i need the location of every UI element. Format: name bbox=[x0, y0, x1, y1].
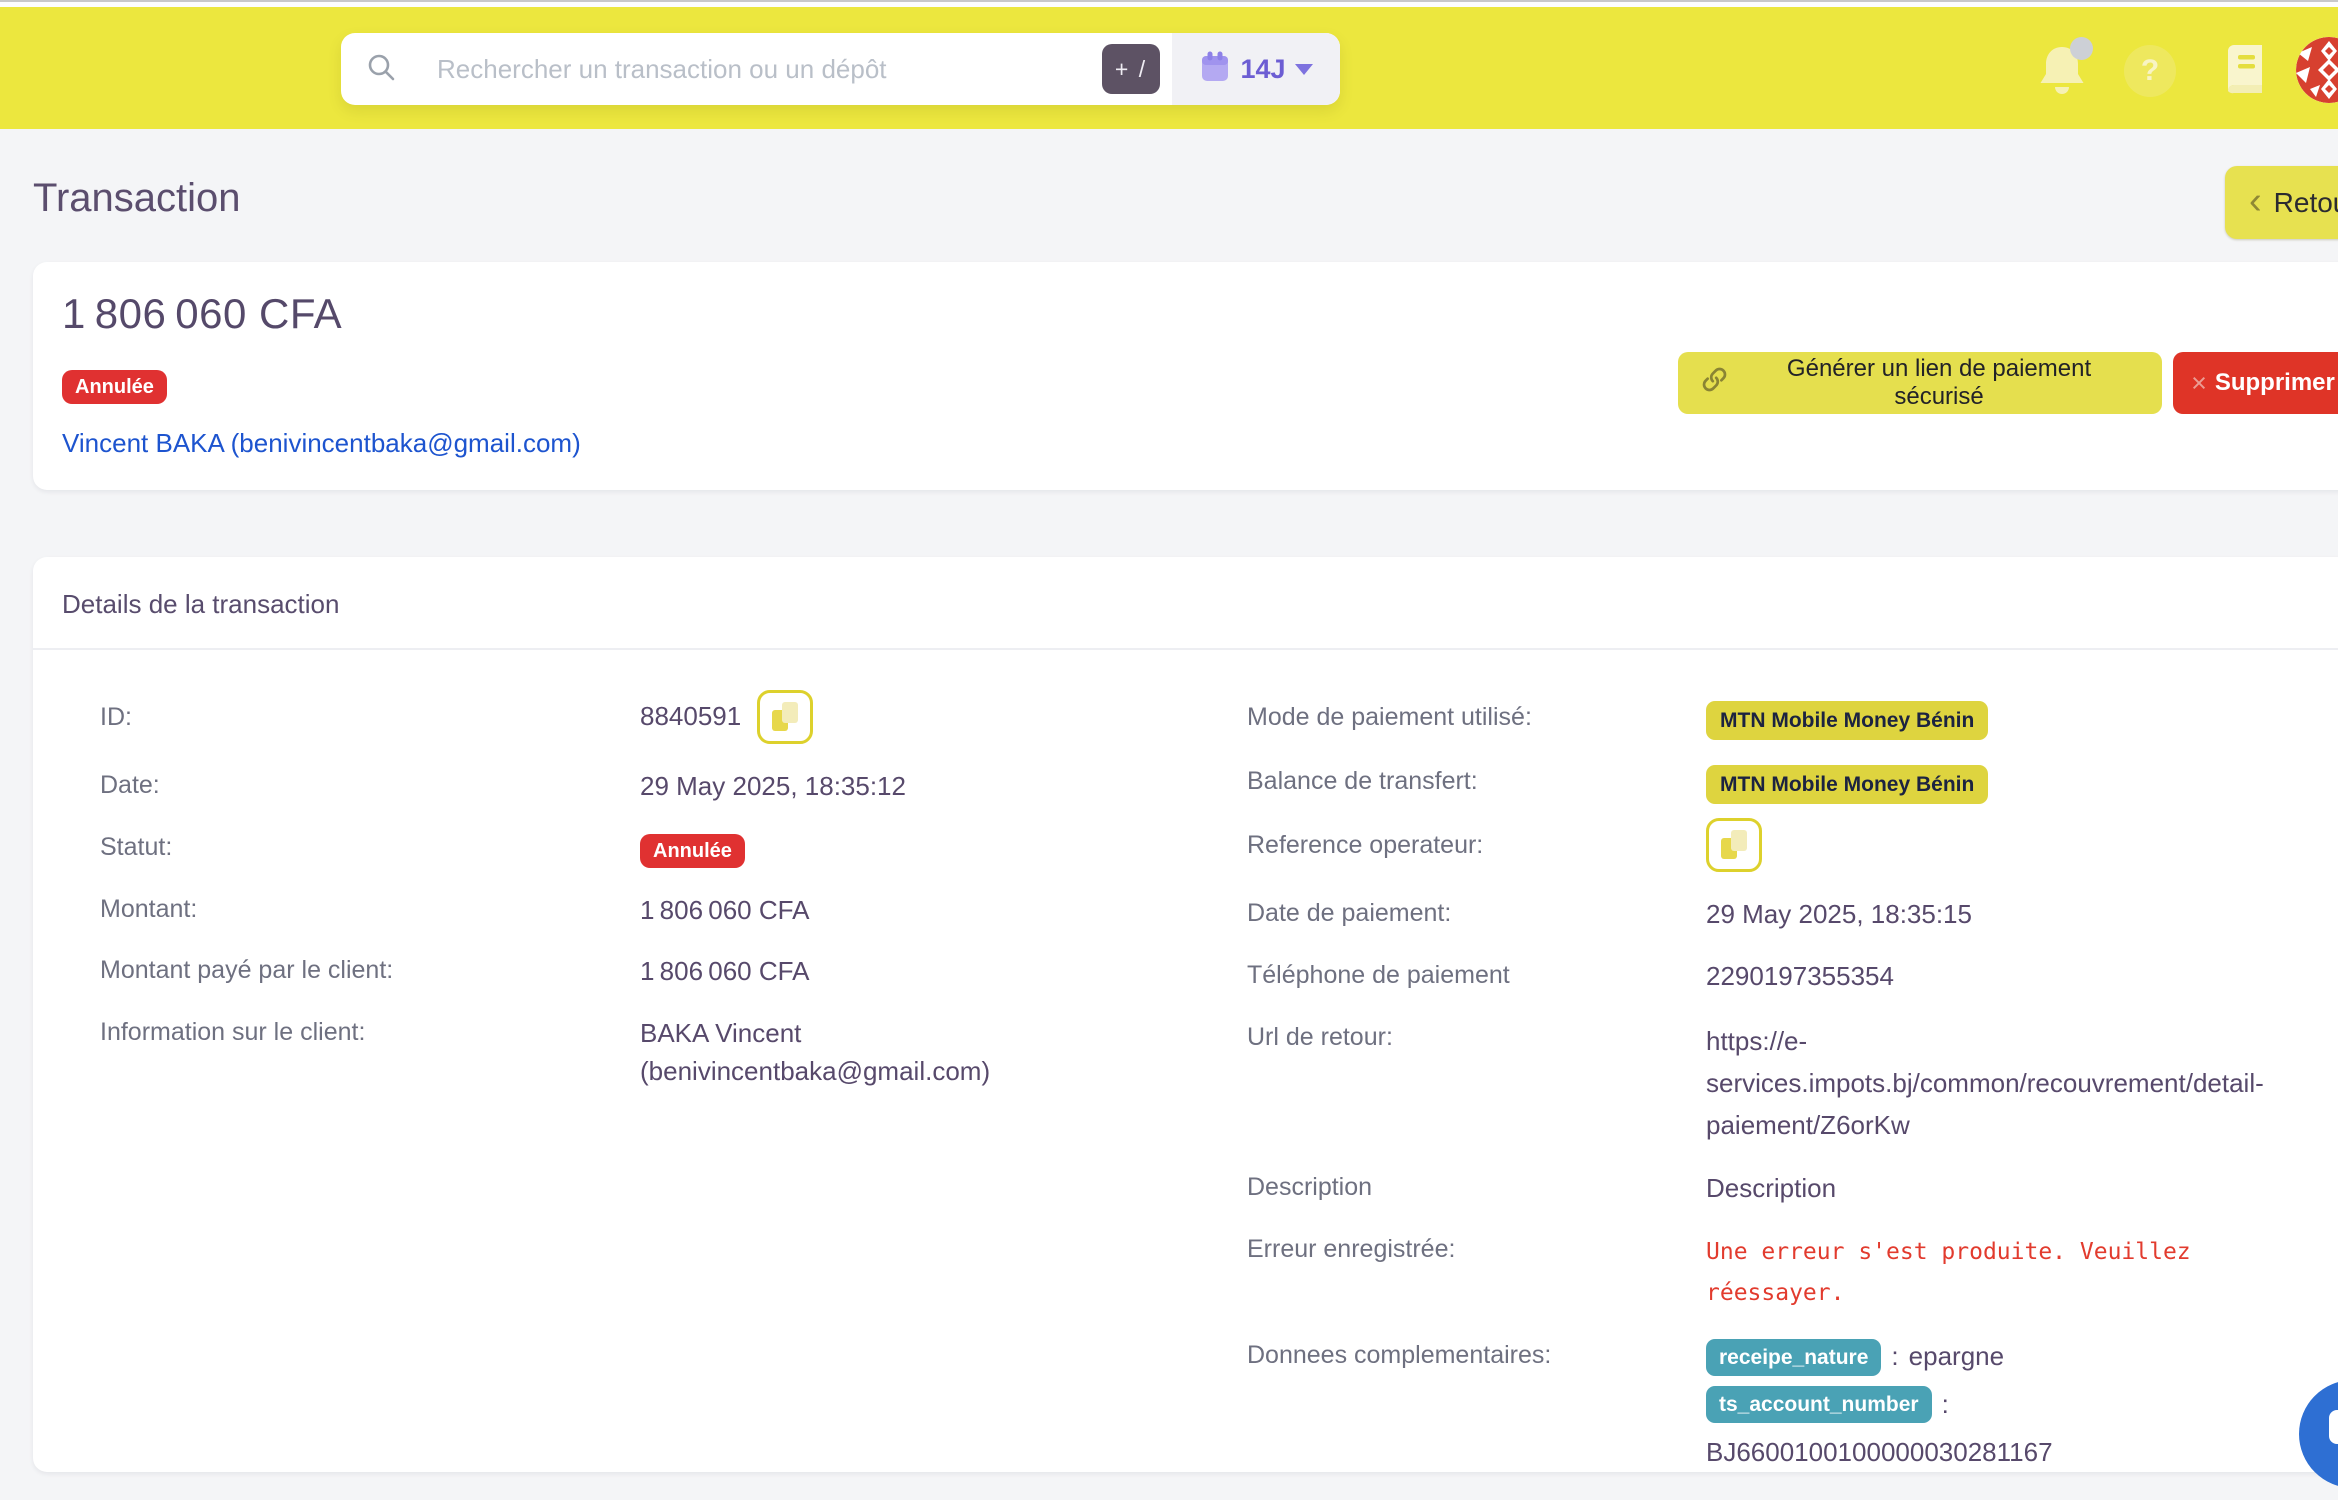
payment-provider-badge: MTN Mobile Money Bénin bbox=[1706, 765, 1988, 804]
detail-row-error: Erreur enregistrée: Une erreur s'est pro… bbox=[1247, 1232, 2338, 1315]
notification-dot bbox=[2070, 37, 2093, 60]
detail-row-customer-info: Information sur le client: BAKA Vincent … bbox=[100, 1015, 1247, 1090]
chat-bubble-icon bbox=[2327, 1406, 2338, 1463]
detail-value: Description bbox=[1706, 1170, 1836, 1208]
detail-row-date: Date: 29 May 2025, 18:35:12 bbox=[100, 768, 1247, 806]
detail-row-operator-reference: Reference operateur: bbox=[1247, 828, 2338, 872]
copy-reference-button[interactable] bbox=[1706, 818, 1762, 872]
transaction-detail-page: + / 14J bbox=[0, 0, 2338, 1500]
payment-provider-badge: MTN Mobile Money Bénin bbox=[1706, 701, 1988, 740]
notifications-button[interactable] bbox=[2034, 41, 2092, 99]
avatar[interactable] bbox=[2296, 37, 2338, 103]
detail-label: Url de retour: bbox=[1247, 1020, 1706, 1052]
link-icon bbox=[1701, 366, 1728, 400]
return-url-value: https://e-services.impots.bj/common/reco… bbox=[1706, 1020, 2338, 1146]
transaction-amount: 1 806 060 CFA bbox=[62, 290, 342, 338]
metadata-separator: : bbox=[1891, 1338, 1898, 1376]
details-columns: ID: 8840591 Date: 29 May 2025, 18:35:12 … bbox=[33, 650, 2338, 1495]
generate-payment-link-label: Générer un lien de paiement sécurisé bbox=[1739, 355, 2139, 411]
detail-label: Erreur enregistrée: bbox=[1247, 1232, 1706, 1264]
delete-button[interactable]: × Supprimer bbox=[2173, 352, 2338, 414]
details-card-title: Details de la transaction bbox=[33, 557, 2338, 648]
question-mark-icon: ? bbox=[2141, 54, 2159, 88]
generate-payment-link-button[interactable]: Générer un lien de paiement sécurisé bbox=[1678, 352, 2162, 414]
detail-label: Statut: bbox=[100, 830, 640, 862]
detail-label: Téléphone de paiement bbox=[1247, 958, 1706, 990]
metadata-value-text: epargne bbox=[1909, 1338, 2004, 1376]
metadata-value-text: BJ6600100100000030281167 bbox=[1706, 1434, 2053, 1472]
detail-label: Information sur le client: bbox=[100, 1015, 640, 1047]
detail-value: 1 806 060 CFA bbox=[640, 892, 1080, 930]
detail-row-return-url: Url de retour: https://e-services.impots… bbox=[1247, 1020, 2338, 1146]
error-message: Une erreur s'est produite. Veuillez rées… bbox=[1706, 1232, 2266, 1315]
keyboard-shortcut-hint: + / bbox=[1102, 44, 1160, 94]
metadata-key-badge: ts_account_number bbox=[1706, 1386, 1932, 1423]
transaction-summary-card: 1 806 060 CFA Annulée Vincent BAKA (beni… bbox=[33, 262, 2338, 490]
book-icon bbox=[2218, 82, 2270, 99]
back-button[interactable]: ‹ Retour bbox=[2225, 166, 2338, 239]
date-filter-value: 14J bbox=[1240, 54, 1285, 85]
detail-label: Description bbox=[1247, 1170, 1706, 1202]
detail-row-status: Statut: Annulée bbox=[100, 830, 1247, 868]
detail-label: Donnees complementaires: bbox=[1247, 1338, 1706, 1370]
page-title: Transaction bbox=[33, 176, 241, 221]
detail-label: Montant payé par le client: bbox=[100, 953, 640, 985]
detail-row-transfer-balance: Balance de transfert: MTN Mobile Money B… bbox=[1247, 764, 2338, 804]
detail-value: 2290197355354 bbox=[1706, 958, 1894, 996]
detail-value: BAKA Vincent (benivincentbaka@gmail.com) bbox=[640, 1015, 1080, 1090]
detail-label: Date: bbox=[100, 768, 640, 800]
transaction-id-value: 8840591 bbox=[640, 698, 741, 736]
search-bar: + / 14J bbox=[341, 33, 1340, 105]
status-badge: Annulée bbox=[640, 834, 745, 868]
detail-row-payment-date: Date de paiement: 29 May 2025, 18:35:15 bbox=[1247, 896, 2338, 934]
bell-icon bbox=[2034, 86, 2090, 103]
detail-row-description: Description Description bbox=[1247, 1170, 2338, 1208]
search-icon bbox=[365, 51, 397, 88]
help-button[interactable]: ? bbox=[2124, 45, 2176, 97]
detail-label: Mode de paiement utilisé: bbox=[1247, 700, 1706, 732]
detail-value: 8840591 bbox=[640, 690, 1080, 744]
detail-label: Reference operateur: bbox=[1247, 828, 1706, 860]
detail-row-id: ID: 8840591 bbox=[100, 700, 1247, 744]
detail-label: ID: bbox=[100, 700, 640, 732]
detail-row-metadata: Donnees complementaires: receipe_nature … bbox=[1247, 1338, 2338, 1471]
search-input[interactable] bbox=[397, 33, 1102, 105]
topbar: + / 14J bbox=[0, 7, 2338, 129]
docs-button[interactable] bbox=[2218, 43, 2270, 95]
metadata-separator: : bbox=[1942, 1386, 1949, 1424]
back-button-label: Retour bbox=[2274, 187, 2338, 219]
detail-row-payment-mode: Mode de paiement utilisé: MTN Mobile Mon… bbox=[1247, 700, 2338, 740]
detail-row-payment-phone: Téléphone de paiement 2290197355354 bbox=[1247, 958, 2338, 996]
detail-value: 1 806 060 CFA bbox=[640, 953, 1080, 991]
window-top-strip bbox=[0, 0, 2338, 7]
detail-label: Date de paiement: bbox=[1247, 896, 1706, 928]
status-badge: Annulée bbox=[62, 370, 167, 404]
summary-actions: Générer un lien de paiement sécurisé × S… bbox=[1678, 352, 2338, 414]
detail-label: Balance de transfert: bbox=[1247, 764, 1706, 796]
metadata-key-badge: receipe_nature bbox=[1706, 1339, 1881, 1376]
copy-id-button[interactable] bbox=[757, 690, 813, 744]
detail-row-amount: Montant: 1 806 060 CFA bbox=[100, 892, 1247, 930]
metadata-value: receipe_nature : epargne ts_account_numb… bbox=[1706, 1338, 2053, 1471]
details-right-column: Mode de paiement utilisé: MTN Mobile Mon… bbox=[1247, 700, 2338, 1495]
calendar-icon bbox=[1199, 50, 1231, 89]
detail-value: 29 May 2025, 18:35:15 bbox=[1706, 896, 1972, 934]
detail-value: 29 May 2025, 18:35:12 bbox=[640, 768, 1080, 806]
delete-button-label: Supprimer bbox=[2215, 369, 2335, 397]
chevron-down-icon bbox=[1295, 64, 1313, 75]
details-left-column: ID: 8840591 Date: 29 May 2025, 18:35:12 … bbox=[100, 700, 1247, 1495]
detail-label: Montant: bbox=[100, 892, 640, 924]
date-range-filter[interactable]: 14J bbox=[1172, 33, 1340, 105]
transaction-details-card: Details de la transaction ID: 8840591 bbox=[33, 557, 2338, 1472]
detail-row-amount-paid: Montant payé par le client: 1 806 060 CF… bbox=[100, 953, 1247, 991]
close-icon: × bbox=[2191, 370, 2207, 397]
customer-link[interactable]: Vincent BAKA (benivincentbaka@gmail.com) bbox=[62, 428, 581, 459]
chevron-left-icon: ‹ bbox=[2249, 182, 2262, 220]
